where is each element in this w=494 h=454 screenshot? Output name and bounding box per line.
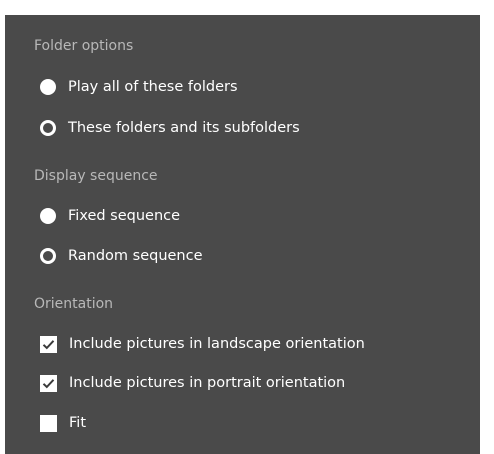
empty-checkbox-icon (40, 414, 57, 432)
portrait-orientation-label: Include pictures in portrait orientation (69, 375, 346, 391)
radio-filled-icon (40, 208, 56, 224)
play-all-folders-radio[interactable]: Play all of these folders (40, 77, 238, 97)
portrait-orientation-checkbox[interactable]: Include pictures in portrait orientation (40, 373, 345, 393)
fit-label: Fit (69, 415, 86, 431)
fixed-sequence-radio[interactable]: Fixed sequence (40, 206, 180, 226)
settings-panel: Folder options Play all of these folders… (5, 15, 480, 454)
landscape-orientation-label: Include pictures in landscape orientatio… (69, 336, 365, 352)
radio-ring-icon (40, 248, 56, 264)
checkmark-icon (40, 335, 57, 353)
random-sequence-label: Random sequence (68, 248, 203, 264)
orientation-heading: Orientation (34, 296, 114, 312)
display-sequence-heading: Display sequence (34, 168, 158, 184)
play-all-folders-label: Play all of these folders (68, 79, 238, 95)
landscape-orientation-checkbox[interactable]: Include pictures in landscape orientatio… (40, 334, 365, 354)
radio-ring-icon (40, 120, 56, 136)
folders-and-subfolders-label: These folders and its subfolders (68, 120, 300, 136)
folders-and-subfolders-radio[interactable]: These folders and its subfolders (40, 118, 300, 138)
folder-options-heading: Folder options (34, 38, 134, 54)
random-sequence-radio[interactable]: Random sequence (40, 246, 203, 266)
radio-filled-icon (40, 79, 56, 95)
fixed-sequence-label: Fixed sequence (68, 208, 181, 224)
fit-checkbox[interactable]: Fit (40, 413, 86, 433)
checkmark-icon (40, 374, 57, 392)
